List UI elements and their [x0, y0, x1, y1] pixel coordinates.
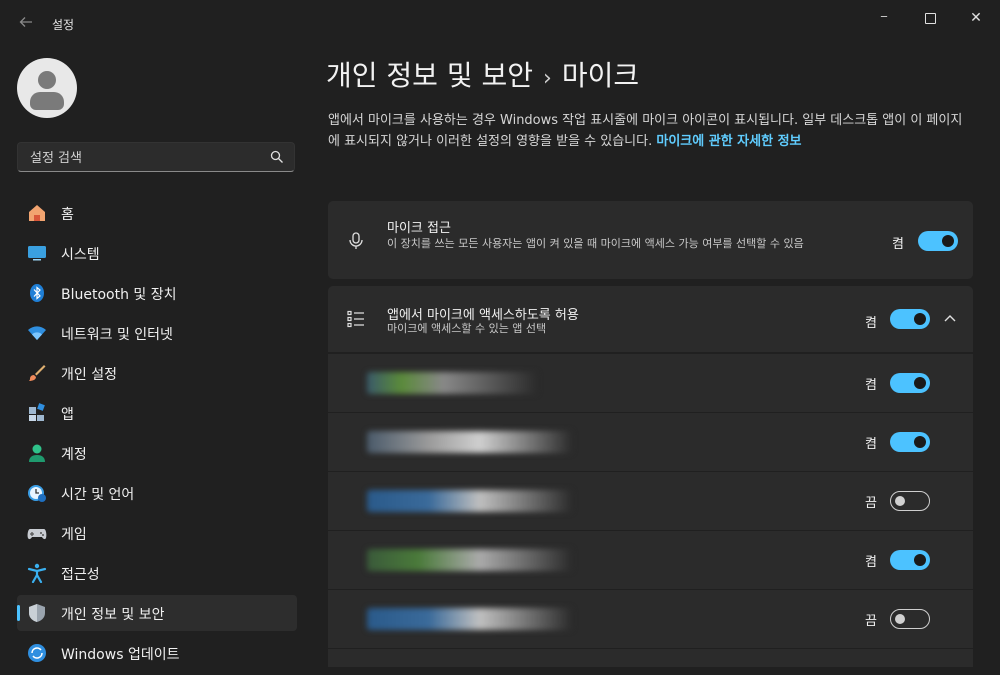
list-icon: [347, 310, 364, 328]
shield-icon: [29, 604, 45, 622]
avatar-body: [30, 92, 64, 110]
wifi-icon: [28, 326, 46, 340]
home-icon: [29, 205, 45, 221]
gamepad-icon: [27, 529, 47, 540]
app-row: 켬: [328, 354, 973, 412]
app-name-blurred: [367, 490, 572, 512]
app-row: 끔: [328, 590, 973, 648]
chevron-up-icon[interactable]: [942, 311, 958, 327]
app-row: 끔: [328, 472, 973, 530]
mic-access-card[interactable]: 마이크 접근 이 장치를 쓰는 모든 사용자는 앱이 켜 있을 때 마이크에 액…: [328, 201, 973, 279]
search-box[interactable]: [17, 142, 295, 172]
mic-access-subtitle: 이 장치를 쓰는 모든 사용자는 앱이 켜 있을 때 마이크에 액세스 가능 여…: [387, 237, 804, 250]
system-icon: [28, 246, 46, 261]
bluetooth-icon: [30, 284, 44, 302]
update-icon: [28, 644, 46, 662]
app-toggle-state: 켬: [865, 437, 877, 452]
app-toggle[interactable]: [890, 491, 930, 511]
app-access-toggle[interactable]: [890, 309, 930, 329]
app-name-blurred: [367, 608, 572, 630]
app-toggle-state: 켬: [865, 378, 877, 393]
breadcrumb-separator: ›: [543, 66, 552, 91]
sidebar-item-system[interactable]: 시스템: [17, 235, 297, 271]
accessibility-icon: [27, 563, 47, 583]
back-arrow-icon[interactable]: [16, 14, 36, 34]
app-row: 켬: [328, 413, 973, 471]
mic-access-state: 켬: [892, 237, 904, 252]
maximize-button[interactable]: [907, 4, 953, 32]
sidebar-item-label: 게임: [61, 527, 87, 543]
app-name-blurred: [367, 372, 537, 394]
window-title: 설정: [52, 18, 75, 32]
sidebar-item-label: 계정: [61, 447, 87, 463]
avatar-head: [38, 71, 56, 89]
page-description: 앱에서 마이크를 사용하는 경우 Windows 작업 표시줄에 마이크 아이콘…: [328, 110, 968, 152]
app-toggle[interactable]: [890, 550, 930, 570]
sidebar-item-gaming[interactable]: 게임: [17, 515, 297, 551]
brush-icon: [29, 365, 46, 381]
sidebar-item-label: 개인 설정: [61, 367, 117, 383]
sidebar-item-accounts[interactable]: 계정: [17, 435, 297, 471]
maximize-icon: [924, 12, 936, 24]
app-toggle-state: 켬: [865, 555, 877, 570]
sidebar-item-bluetooth[interactable]: Bluetooth 및 장치: [17, 275, 297, 311]
sidebar-item-windows-update[interactable]: Windows 업데이트: [17, 635, 297, 671]
avatar[interactable]: [17, 58, 77, 118]
minimize-button[interactable]: ─: [861, 4, 907, 32]
sidebar-item-accessibility[interactable]: 접근성: [17, 555, 297, 591]
app-toggle-state: 끔: [865, 614, 877, 629]
sidebar-item-network[interactable]: 네트워크 및 인터넷: [17, 315, 297, 351]
sidebar-item-label: Windows 업데이트: [61, 647, 180, 663]
time-language-icon: [28, 485, 46, 502]
sidebar-item-label: 앱: [61, 407, 74, 423]
app-access-card[interactable]: 앱에서 마이크에 액세스하도록 허용 마이크에 액세스할 수 있는 앱 선택 켬: [328, 286, 973, 352]
sidebar-item-label: Bluetooth 및 장치: [61, 287, 177, 303]
sidebar-item-privacy-security[interactable]: 개인 정보 및 보안: [17, 595, 297, 631]
sidebar-item-label: 네트워크 및 인터넷: [61, 327, 173, 343]
search-icon[interactable]: [270, 150, 284, 164]
mic-access-toggle[interactable]: [918, 231, 958, 251]
breadcrumb-parent[interactable]: 개인 정보 및 보안: [326, 59, 533, 92]
app-row: 켬: [328, 531, 973, 589]
sidebar-item-label: 개인 정보 및 보안: [61, 607, 165, 623]
sidebar-item-apps[interactable]: 앱: [17, 395, 297, 431]
mic-access-title: 마이크 접근: [387, 221, 451, 236]
sidebar-item-label: 홈: [61, 207, 74, 223]
title-bar: 설정 ─ ✕: [0, 0, 1000, 48]
app-toggle[interactable]: [890, 373, 930, 393]
description-text: 앱에서 마이크를 사용하는 경우 Windows 작업 표시줄에 마이크 아이콘…: [328, 113, 963, 149]
sidebar-item-label: 시스템: [61, 247, 100, 263]
apps-icon: [29, 403, 45, 421]
search-input[interactable]: [28, 148, 262, 168]
sidebar-item-label: 시간 및 언어: [61, 487, 135, 503]
app-name-blurred: [367, 549, 572, 571]
app-toggle[interactable]: [890, 609, 930, 629]
sidebar-nav: 홈 시스템 Bluetooth 및 장치 네트워크 및 인터넷 개인 설정 앱 …: [17, 195, 297, 675]
sidebar-item-time-language[interactable]: 시간 및 언어: [17, 475, 297, 511]
account-icon: [29, 444, 45, 462]
sidebar-item-personalization[interactable]: 개인 설정: [17, 355, 297, 391]
app-toggle[interactable]: [890, 432, 930, 452]
close-button[interactable]: ✕: [953, 4, 999, 32]
microphone-icon: [349, 232, 363, 249]
app-access-state: 켬: [865, 316, 877, 331]
app-access-subtitle: 마이크에 액세스할 수 있는 앱 선택: [387, 322, 547, 335]
app-toggle-state: 끔: [865, 496, 877, 511]
learn-more-link[interactable]: 마이크에 관한 자세한 정보: [656, 134, 801, 149]
sidebar-item-label: 접근성: [61, 567, 100, 583]
page-title: 개인 정보 및 보안 › 마이크: [326, 54, 639, 94]
app-name-blurred: [367, 431, 572, 453]
breadcrumb-current: 마이크: [561, 59, 640, 92]
app-row: [328, 649, 973, 667]
sidebar-item-home[interactable]: 홈: [17, 195, 297, 231]
